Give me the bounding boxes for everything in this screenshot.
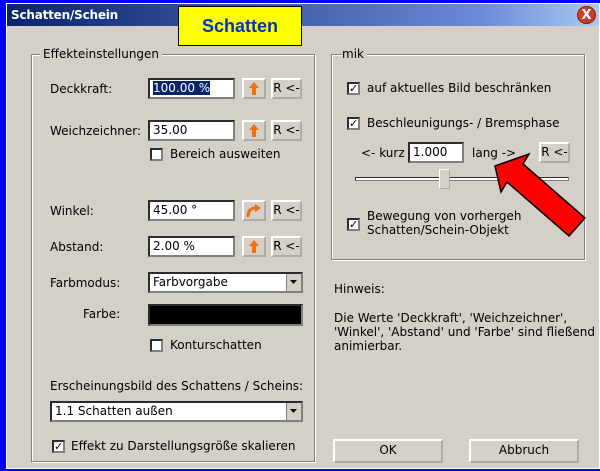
cancel-button[interactable]: Abbruch: [469, 439, 579, 463]
blur-animate-button[interactable]: [242, 120, 266, 141]
opacity-field[interactable]: 100.00 %: [148, 78, 235, 99]
curved-arrow-icon: [246, 204, 261, 218]
opacity-label: Deckkraft:: [50, 82, 113, 96]
effects-group-legend: Effekteinstellungen: [40, 47, 163, 61]
contour-shadow-label: Konturschatten: [170, 338, 262, 352]
distance-field[interactable]: 2.00 %: [148, 236, 235, 257]
schatten-callout: Schatten: [178, 6, 302, 46]
dynamics-group-legend: mik: [342, 47, 367, 61]
hint-text-line2: 'Winkel', 'Abstand' und 'Farbe' sind fli…: [334, 325, 595, 339]
red-pointer-arrow-icon: [494, 152, 587, 238]
color-mode-select[interactable]: Farbvorgabe: [148, 272, 303, 293]
up-arrow-icon: [249, 82, 259, 95]
up-arrow-icon: [249, 124, 259, 137]
appearance-label: Erscheinungsbild des Schattens / Scheins…: [50, 379, 304, 393]
accel-phase-label: Beschleunigungs- / Bremsphase: [367, 116, 560, 130]
opacity-reset-button[interactable]: R <-: [271, 78, 302, 99]
angle-animate-button[interactable]: [242, 200, 266, 221]
opacity-animate-button[interactable]: [242, 78, 266, 99]
opacity-value: 100.00 %: [153, 81, 211, 95]
angle-reset-button[interactable]: R <-: [271, 200, 302, 221]
motion-object-label-line2: Schatten/Schein-Objekt: [367, 223, 509, 237]
angle-field[interactable]: 45.00 °: [148, 200, 235, 221]
title-bar[interactable]: Schatten/Schein X: [7, 4, 599, 26]
appearance-select[interactable]: 1.1 Schatten außen: [50, 401, 303, 422]
color-mode-value: Farbvorgabe: [153, 275, 228, 289]
dropdown-arrow-icon[interactable]: [286, 403, 301, 420]
scale-effect-checkbox[interactable]: ✓: [52, 440, 65, 453]
accel-phase-checkbox[interactable]: ✓: [347, 117, 360, 130]
close-button[interactable]: X: [577, 6, 596, 24]
scale-effect-label: Effekt zu Darstellungsgröße skalieren: [71, 439, 296, 453]
angle-value: 45.00 °: [153, 203, 198, 217]
limit-to-image-label: auf aktuelles Bild beschränken: [367, 81, 552, 95]
distance-animate-button[interactable]: [242, 236, 266, 257]
appearance-value: 1.1 Schatten außen: [55, 404, 173, 418]
expand-area-checkbox[interactable]: [150, 148, 163, 161]
blur-reset-button[interactable]: R <-: [271, 120, 302, 141]
blur-value: 35.00: [153, 123, 188, 137]
accel-value: 1.000: [413, 145, 448, 159]
color-mode-label: Farbmodus:: [50, 276, 121, 290]
distance-reset-button[interactable]: R <-: [271, 236, 302, 257]
color-swatch[interactable]: [148, 304, 303, 326]
hint-title: Hinweis:: [334, 282, 385, 296]
contour-shadow-checkbox[interactable]: [150, 339, 163, 352]
motion-object-checkbox[interactable]: ✓: [347, 218, 360, 231]
dropdown-arrow-icon[interactable]: [286, 274, 301, 291]
limit-to-image-checkbox[interactable]: ✓: [347, 82, 360, 95]
up-arrow-icon: [249, 240, 259, 253]
accel-slider-thumb[interactable]: [439, 169, 450, 189]
window-title: Schatten/Schein: [11, 8, 119, 22]
color-label: Farbe:: [83, 307, 121, 321]
hint-text-line3: animierbar.: [334, 339, 403, 353]
short-label: <- kurz: [361, 146, 405, 160]
expand-area-label: Bereich ausweiten: [170, 147, 281, 161]
angle-label: Winkel:: [50, 204, 94, 218]
hint-text-line1: Die Werte 'Deckkraft', 'Weichzeichner',: [334, 311, 568, 325]
distance-label: Abstand:: [50, 240, 104, 254]
accel-value-field[interactable]: 1.000: [408, 142, 464, 163]
ok-button[interactable]: OK: [333, 439, 443, 463]
distance-value: 2.00 %: [153, 239, 195, 253]
blur-label: Weichzeichner:: [50, 124, 142, 138]
blur-field[interactable]: 35.00: [148, 120, 235, 141]
dialog-window: Schatten/Schein X Effekteinstellungen De…: [6, 3, 600, 469]
